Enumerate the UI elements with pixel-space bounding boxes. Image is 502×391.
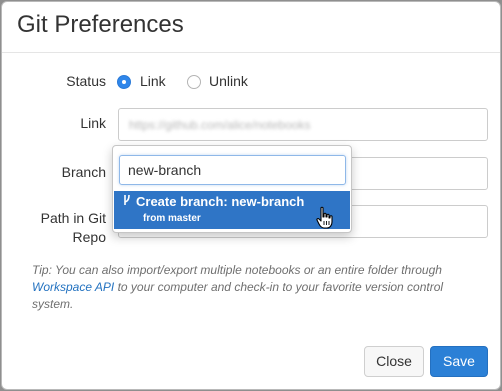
tip-prefix: Tip: You can also import/export multiple… bbox=[32, 263, 442, 277]
branch-dropdown: Create branch: new-branch from master bbox=[112, 145, 352, 233]
link-value: https://github.com/alice/notebooks bbox=[129, 118, 311, 132]
close-button[interactable]: Close bbox=[364, 346, 424, 377]
create-branch-option-title: Create branch: new-branch bbox=[122, 194, 304, 209]
status-unlink-radio[interactable] bbox=[187, 75, 201, 89]
path-label-line2: Repo bbox=[72, 229, 106, 245]
title-divider bbox=[2, 52, 500, 53]
link-label: Link bbox=[80, 115, 106, 131]
create-branch-source: from master bbox=[143, 213, 201, 224]
workspace-api-link[interactable]: Workspace API bbox=[32, 280, 114, 294]
status-link-radio[interactable] bbox=[117, 75, 131, 89]
tip-text: Tip: You can also import/export multiple… bbox=[32, 262, 482, 313]
git-branch-icon bbox=[124, 194, 130, 205]
status-unlink-label[interactable]: Unlink bbox=[209, 73, 248, 89]
path-label-line1: Path in Git bbox=[40, 210, 106, 226]
branch-label: Branch bbox=[61, 164, 106, 180]
git-preferences-dialog: Git Preferences Status Link Unlink Link … bbox=[1, 1, 501, 390]
branch-search-input[interactable] bbox=[119, 155, 346, 185]
create-branch-option[interactable]: Create branch: new-branch from master bbox=[114, 191, 350, 229]
dialog-title: Git Preferences bbox=[17, 11, 184, 38]
path-label: Path in Git Repo bbox=[22, 209, 106, 247]
status-link-label[interactable]: Link bbox=[140, 73, 166, 89]
status-label: Status bbox=[66, 73, 106, 89]
create-branch-text: Create branch: new-branch bbox=[136, 194, 305, 209]
link-input[interactable]: https://github.com/alice/notebooks bbox=[118, 108, 488, 141]
save-button[interactable]: Save bbox=[430, 346, 488, 377]
hand-pointer-icon bbox=[316, 206, 333, 229]
